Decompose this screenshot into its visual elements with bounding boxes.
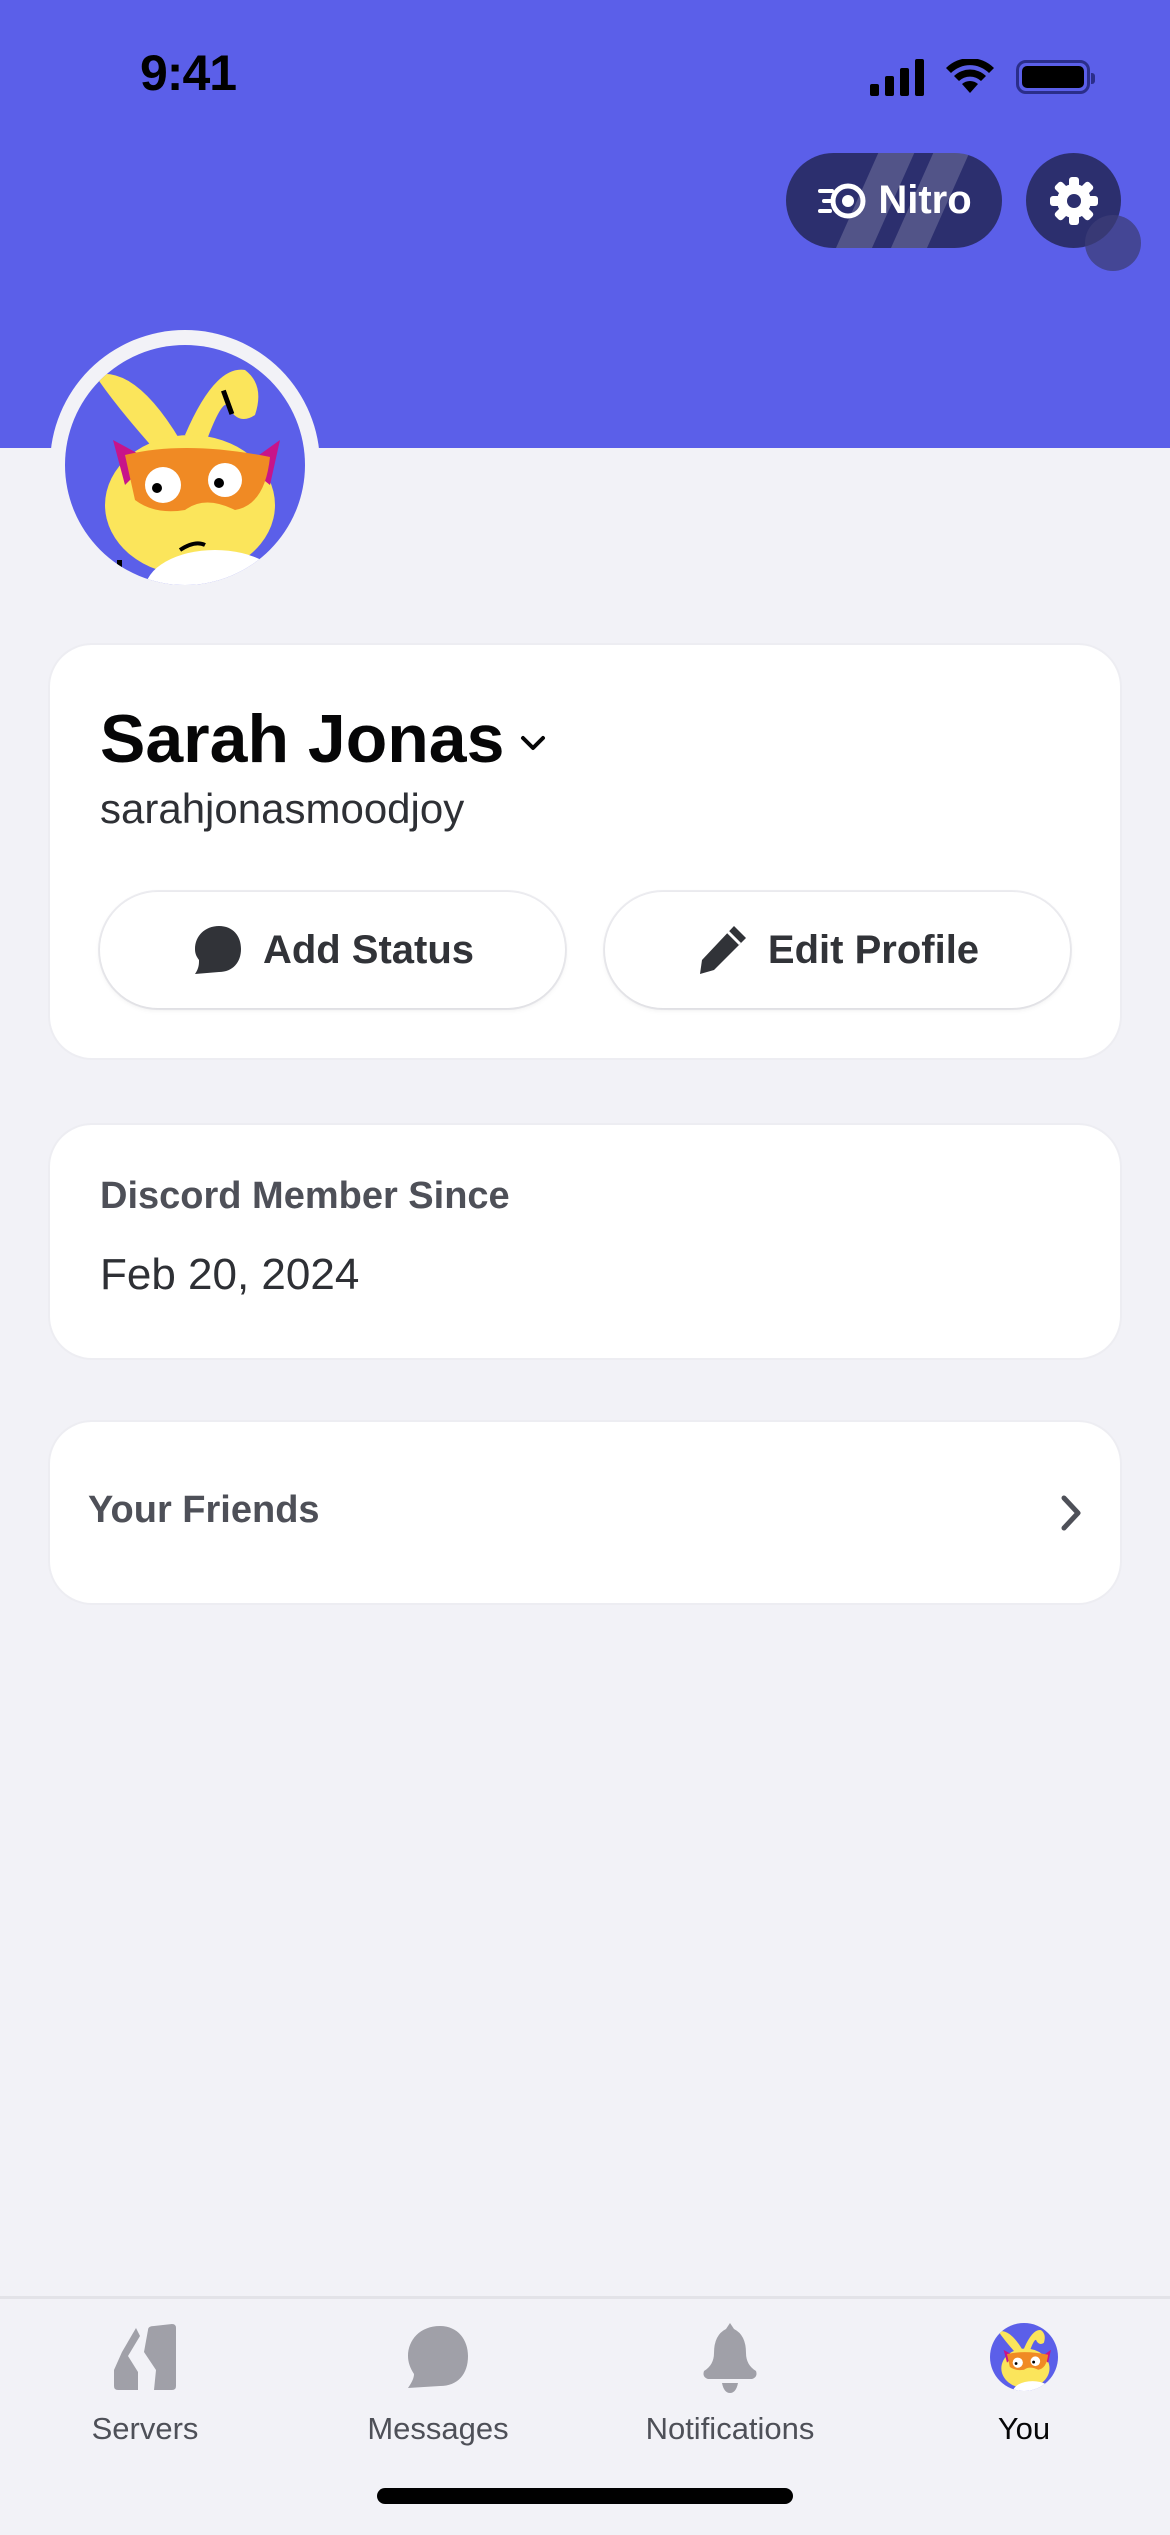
tab-you[interactable]: You: [904, 2317, 1144, 2447]
tab-messages[interactable]: Messages: [318, 2317, 558, 2447]
battery-icon: [1016, 60, 1095, 94]
pencil-icon: [699, 926, 746, 974]
messages-icon: [408, 2326, 468, 2388]
nitro-label: Nitro: [878, 178, 972, 222]
cellular-signal-icon: [870, 58, 924, 96]
nitro-button[interactable]: Nitro: [786, 153, 1002, 248]
display-name-row[interactable]: Sarah Jonas: [100, 700, 548, 778]
add-status-button[interactable]: Add Status: [100, 892, 565, 1008]
bunny-avatar-icon: [95, 369, 285, 585]
status-bar-time: 9:41: [140, 45, 237, 101]
tab-servers[interactable]: Servers: [25, 2317, 265, 2447]
profile-card: Sarah Jonas sarahjonasmoodjoy Add Status…: [50, 645, 1120, 1058]
your-friends-row[interactable]: Your Friends: [50, 1422, 1120, 1603]
your-friends-label: Your Friends: [88, 1489, 320, 1531]
touch-indicator: [1085, 215, 1141, 271]
edit-profile-label: Edit Profile: [767, 927, 980, 972]
member-since-card: Discord Member Since Feb 20, 2024: [50, 1125, 1120, 1358]
member-since-date: Feb 20, 2024: [100, 1250, 360, 1299]
username: sarahjonasmoodjoy: [100, 785, 465, 832]
tab-notifications-label: Notifications: [645, 2411, 815, 2446]
chevron-right-icon: [1061, 1495, 1081, 1531]
home-indicator[interactable]: [377, 2488, 793, 2504]
servers-icon: [114, 2324, 176, 2390]
bell-icon: [703, 2323, 757, 2393]
avatar-image: [65, 345, 305, 585]
tab-notifications[interactable]: Notifications: [610, 2317, 850, 2447]
wifi-icon: [946, 59, 994, 93]
speech-bubble-icon: [194, 926, 241, 974]
member-since-label: Discord Member Since: [100, 1175, 510, 1217]
tab-you-label: You: [997, 2411, 1051, 2446]
tab-messages-label: Messages: [367, 2411, 509, 2446]
avatar: [990, 2323, 1058, 2391]
display-name: Sarah Jonas: [100, 701, 505, 777]
status-bar-icons: [870, 58, 1095, 96]
profile-avatar[interactable]: [50, 330, 320, 600]
chevron-down-icon[interactable]: [518, 728, 548, 758]
tab-servers-label: Servers: [91, 2411, 199, 2446]
edit-profile-button[interactable]: Edit Profile: [605, 892, 1070, 1008]
add-status-label: Add Status: [262, 927, 475, 972]
gear-icon: [1049, 176, 1098, 225]
nitro-icon: [818, 183, 866, 218]
